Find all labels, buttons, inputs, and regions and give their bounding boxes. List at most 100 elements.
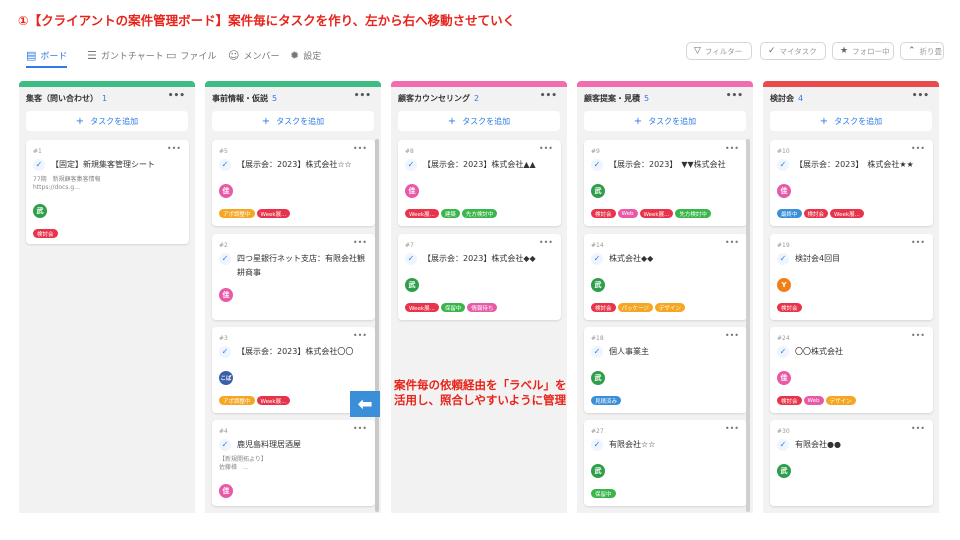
more-icon[interactable]: ••• xyxy=(540,91,557,101)
check-icon[interactable]: ✓ xyxy=(405,159,417,171)
my-task-button[interactable]: ✓ マイタスク xyxy=(760,42,826,60)
add-task-button[interactable]: + タスクを追加 xyxy=(770,111,932,131)
add-task-button[interactable]: + タスクを追加 xyxy=(398,111,560,131)
task-card[interactable]: #4 ••• ✓ 鹿児島料理居酒屋 【新規開拓より】 佐藤様 ... 佳 xyxy=(212,420,375,506)
task-label[interactable]: 検討会 xyxy=(777,303,802,312)
more-icon[interactable]: ••• xyxy=(353,424,367,433)
task-card[interactable]: #10 ••• ✓ 【展示会：2023】 株式会社★★ 佳最終中 検討会 Week展... xyxy=(770,140,933,226)
check-icon[interactable]: ✓ xyxy=(219,253,231,265)
assignee-avatar: Y xyxy=(777,278,791,292)
task-label[interactable]: 検討会 xyxy=(33,229,58,238)
task-label[interactable]: 検討会 xyxy=(777,396,802,405)
task-label[interactable]: 先方検討中 xyxy=(675,209,711,218)
task-label[interactable]: 見積済み xyxy=(591,396,622,405)
tab-board[interactable]: ▤ ボード xyxy=(26,46,68,68)
task-card[interactable]: #8 ••• ✓ 【展示会：2023】株式会社▲▲ 佳 Week展... 建築 先方検討中 xyxy=(398,140,561,226)
task-label[interactable]: 検討会 xyxy=(591,209,616,218)
task-label[interactable]: Week展... xyxy=(639,209,674,218)
task-label[interactable]: 保留中 xyxy=(591,489,616,498)
column-scrollbar[interactable] xyxy=(375,139,379,512)
more-icon[interactable]: ••• xyxy=(168,91,185,101)
task-label[interactable]: 保留中 xyxy=(440,303,466,312)
check-icon[interactable]: ✓ xyxy=(777,346,789,358)
task-label[interactable]: Web xyxy=(617,209,638,218)
column-count: 4 xyxy=(798,94,804,103)
star-icon: ★ xyxy=(840,46,849,56)
tab-file[interactable]: ▭ ファイル xyxy=(166,46,216,64)
task-title-row: ✓ 【展示会：2023】 ▼▼株式会社 xyxy=(591,158,741,172)
task-label[interactable]: アポ調整中 xyxy=(219,209,255,218)
more-icon[interactable]: ••• xyxy=(539,238,553,247)
task-labels: アポ調整中 Week展... xyxy=(219,396,291,405)
task-label[interactable]: デザイン xyxy=(825,396,856,405)
check-icon[interactable]: ✓ xyxy=(219,439,231,451)
task-label[interactable]: 検討会 xyxy=(803,209,829,218)
more-icon[interactable]: ••• xyxy=(911,144,925,153)
task-label[interactable]: 情報待ち xyxy=(467,303,498,312)
task-card[interactable]: #2 ••• ✓ 四つ星銀行ネット支店：有限会社観耕商事佳 xyxy=(212,234,375,320)
task-label[interactable]: Week展... xyxy=(256,396,291,405)
more-icon[interactable]: ••• xyxy=(353,331,367,340)
check-icon[interactable]: ✓ xyxy=(219,346,231,358)
task-card[interactable]: #7 ••• ✓ 【展示会：2023】株式会社◆◆ 武 Week展... 保留中 情報待ち xyxy=(398,234,561,320)
task-label[interactable]: 検討会 xyxy=(591,303,616,312)
check-icon[interactable]: ✓ xyxy=(777,253,789,265)
more-icon[interactable]: ••• xyxy=(911,238,925,247)
task-label[interactable]: Week展... xyxy=(405,209,439,218)
check-icon[interactable]: ✓ xyxy=(591,439,603,451)
task-card[interactable]: #19 ••• ✓ 検討会4回目 Y 検討会 xyxy=(770,234,933,320)
more-icon[interactable]: ••• xyxy=(725,144,739,153)
collapse-button[interactable]: ⌃ 折り畳 xyxy=(900,42,944,60)
add-task-button[interactable]: + タスクを追加 xyxy=(26,111,188,131)
more-icon[interactable]: ••• xyxy=(726,91,743,101)
add-task-label: タスクを追加 xyxy=(834,116,883,126)
task-label[interactable]: 建築 xyxy=(440,209,460,218)
check-icon[interactable]: ✓ xyxy=(777,439,789,451)
more-icon[interactable]: ••• xyxy=(167,144,181,153)
more-icon[interactable]: ••• xyxy=(911,424,925,433)
check-icon[interactable]: ✓ xyxy=(591,253,603,265)
check-icon[interactable]: ✓ xyxy=(591,346,603,358)
more-icon[interactable]: ••• xyxy=(725,331,739,340)
assignee-avatar: 佳 xyxy=(777,184,791,198)
more-icon[interactable]: ••• xyxy=(354,91,371,101)
task-card[interactable]: #5 ••• ✓ 【展示会：2023】株式会社☆☆ 佳アポ調整中 Week展... xyxy=(212,140,375,226)
task-label[interactable]: Week展... xyxy=(405,303,439,312)
task-label[interactable]: 最終中 xyxy=(777,209,802,218)
task-label[interactable]: パッケージ xyxy=(617,303,653,312)
task-card[interactable]: #14 ••• ✓ 株式会社◆◆ 武検討会 パッケージ デザイン xyxy=(584,234,747,320)
task-card[interactable]: #24 ••• ✓ 〇〇株式会社佳検討会 Web デザイン xyxy=(770,327,933,413)
check-icon[interactable]: ✓ xyxy=(777,159,789,171)
more-icon[interactable]: ••• xyxy=(725,424,739,433)
tab-settings[interactable]: ✹ 設定 xyxy=(290,46,321,64)
add-task-button[interactable]: + タスクを追加 xyxy=(584,111,746,131)
check-icon[interactable]: ✓ xyxy=(33,159,45,171)
check-icon[interactable]: ✓ xyxy=(219,159,231,171)
more-icon[interactable]: ••• xyxy=(353,238,367,247)
following-button[interactable]: ★ フォロー中 xyxy=(832,42,894,60)
task-label[interactable]: Web xyxy=(803,396,824,405)
add-task-button[interactable]: + タスクを追加 xyxy=(212,111,374,131)
arrow-left-icon: ⬅ xyxy=(350,391,380,417)
task-card[interactable]: #1 ••• ✓ 【固定】新規集客管理シート 77期 新規顧客集客情報 https://d… xyxy=(26,140,189,244)
task-label[interactable]: Week展... xyxy=(256,209,291,218)
more-icon[interactable]: ••• xyxy=(353,144,367,153)
task-card[interactable]: #30 ••• ✓ 有限会社●● 武 xyxy=(770,420,933,506)
tab-gantt[interactable]: ☰ ガントチャート xyxy=(87,46,164,64)
task-card[interactable]: #18 ••• ✓ 個人事業主武見積済み xyxy=(584,327,747,413)
more-icon[interactable]: ••• xyxy=(539,144,553,153)
task-label[interactable]: Week展... xyxy=(830,209,864,218)
check-icon[interactable]: ✓ xyxy=(405,253,417,265)
more-icon[interactable]: ••• xyxy=(912,91,929,101)
column-scrollbar[interactable] xyxy=(746,139,750,512)
filter-button[interactable]: ▽ フィルター xyxy=(686,42,752,60)
tab-member[interactable]: ☺ メンバー xyxy=(228,46,279,64)
task-label[interactable]: デザイン xyxy=(654,303,685,312)
more-icon[interactable]: ••• xyxy=(911,331,925,340)
task-label[interactable]: アポ調整中 xyxy=(219,396,255,405)
check-icon[interactable]: ✓ xyxy=(591,159,603,171)
more-icon[interactable]: ••• xyxy=(725,238,739,247)
task-card[interactable]: #9 ••• ✓ 【展示会：2023】 ▼▼株式会社武検討会 Web Week展... 先方… xyxy=(584,140,747,226)
task-label[interactable]: 先方検討中 xyxy=(461,209,498,218)
task-card[interactable]: #27 ••• ✓ 有限会社☆☆ 武保留中 xyxy=(584,420,747,506)
